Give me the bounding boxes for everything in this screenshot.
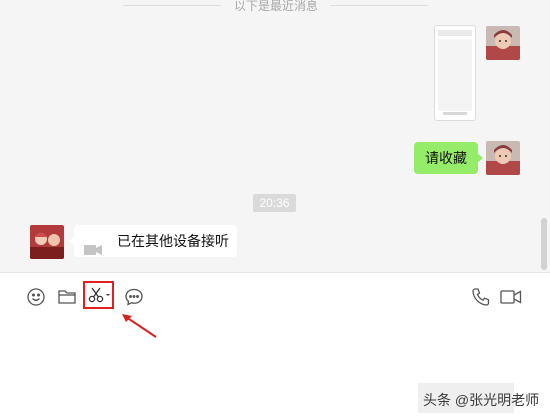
call-record-text: 已在其他设备接听	[117, 233, 229, 249]
red-arrow-annotation	[122, 314, 157, 338]
my-avatar[interactable]	[486, 141, 520, 175]
thumb-footer	[443, 112, 467, 115]
video-camera-icon	[84, 235, 102, 267]
folder-icon[interactable]	[56, 286, 78, 308]
image-message[interactable]	[434, 25, 476, 121]
contact-avatar[interactable]	[30, 225, 64, 259]
divider-line-right	[330, 5, 428, 6]
video-call-icon[interactable]	[500, 286, 522, 308]
scissors-icon[interactable]	[83, 281, 114, 309]
chat-history: 以下是最近消息 请收藏 20:36 已在其他设备接听	[0, 0, 550, 272]
divider-line-left	[123, 5, 221, 6]
timestamp: 20:36	[253, 194, 296, 212]
chat-bubble-icon[interactable]	[123, 286, 145, 308]
chat-scrollbar[interactable]	[541, 218, 547, 270]
recent-messages-divider: 以下是最近消息	[233, 0, 318, 13]
emoji-icon[interactable]	[25, 286, 47, 308]
watermark-text: 头条 @张光明老师	[423, 392, 540, 408]
call-record-bubble[interactable]: 已在其他设备接听	[69, 225, 237, 257]
phone-icon[interactable]	[470, 286, 492, 308]
thumb-header	[438, 30, 472, 36]
sent-text-bubble[interactable]: 请收藏	[414, 142, 483, 174]
thumb-content	[438, 39, 472, 111]
my-avatar[interactable]	[486, 26, 520, 60]
